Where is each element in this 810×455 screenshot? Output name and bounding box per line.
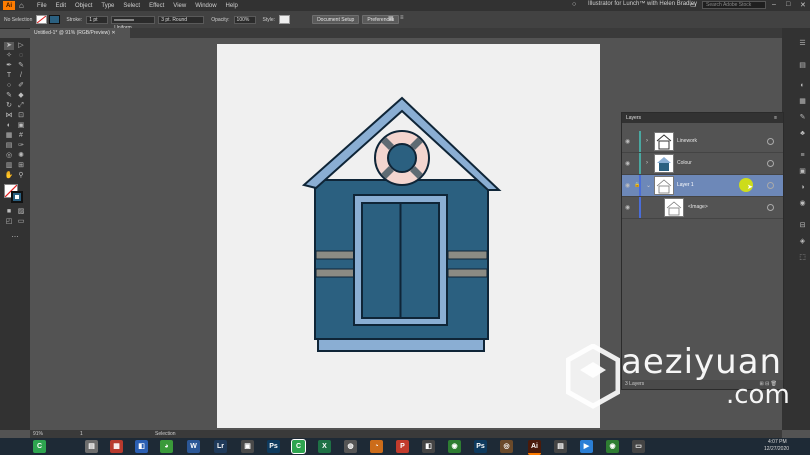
app-icon-5[interactable]: ◧ bbox=[422, 440, 435, 453]
sketch-thumb-icon bbox=[666, 201, 682, 216]
game-icon[interactable]: ◕ bbox=[160, 440, 173, 453]
panel-menu-icon[interactable]: ≡ bbox=[774, 113, 777, 123]
layer-row-layer1[interactable]: ◉ 🔒 ⌄ Layer 1 ➤ bbox=[622, 175, 783, 197]
house-colour-thumb-icon bbox=[657, 157, 671, 171]
acrobat-icon[interactable]: P bbox=[396, 440, 409, 453]
layer-thumbnail bbox=[654, 132, 674, 151]
stripe-left-bottom bbox=[315, 268, 357, 278]
photoshop-icon-2[interactable]: Ps bbox=[474, 440, 487, 453]
camtasia-active-icon[interactable]: C bbox=[291, 439, 306, 454]
layer-row-linework[interactable]: ◉ › Linework bbox=[622, 131, 783, 153]
pathfinder-icon[interactable]: ◈ bbox=[798, 238, 807, 246]
layers-panel-header[interactable]: Layers ≡ bbox=[622, 113, 783, 123]
layer-thumbnail bbox=[654, 154, 674, 173]
visibility-eye-icon[interactable]: ◉ bbox=[625, 160, 630, 167]
stripe-left-top bbox=[315, 250, 357, 260]
collapse-chevron-icon[interactable]: ⌄ bbox=[646, 182, 651, 189]
layer-color-bar bbox=[639, 131, 641, 152]
app-icon-4[interactable]: ◔ bbox=[370, 440, 383, 453]
layer-target-icon[interactable] bbox=[767, 160, 774, 167]
libraries-icon[interactable]: ▤ bbox=[798, 62, 807, 70]
excel-icon[interactable]: X bbox=[318, 440, 331, 453]
layer-target-icon[interactable] bbox=[767, 138, 774, 145]
watermark-domain: .com bbox=[726, 380, 790, 410]
gradient-panel-icon[interactable]: ▣ bbox=[798, 168, 807, 176]
layer-name[interactable]: Linework bbox=[677, 138, 697, 144]
expand-chevron-icon[interactable]: › bbox=[646, 160, 648, 166]
image-thumbnail bbox=[664, 198, 684, 217]
current-tool-status: Selection bbox=[155, 431, 176, 437]
app-icon-8[interactable]: ▭ bbox=[632, 440, 645, 453]
windows-taskbar: C ▤ ▦ ◧ ◕ W Lr ▣ Ps C X ◍ ◔ P ◧ ◉ Ps ◎ A… bbox=[0, 438, 810, 455]
app-icon-7[interactable]: ▤ bbox=[554, 440, 567, 453]
lightroom-icon[interactable]: Lr bbox=[214, 440, 227, 453]
transform-icon[interactable]: ⬚ bbox=[798, 254, 807, 262]
layer-target-icon[interactable] bbox=[767, 204, 774, 211]
app-icon[interactable]: ◧ bbox=[135, 440, 148, 453]
clock-date[interactable]: 12/27/2020 bbox=[764, 446, 789, 452]
lifebuoy-inner bbox=[387, 143, 417, 173]
illustrator-icon[interactable]: Ai bbox=[528, 440, 541, 455]
status-bar: 91% 1 Selection bbox=[30, 430, 782, 438]
word-icon[interactable]: W bbox=[187, 440, 200, 453]
beach-hut[interactable] bbox=[301, 96, 502, 352]
layer-target-icon[interactable] bbox=[767, 182, 774, 189]
chrome-icon-2[interactable]: ◉ bbox=[606, 440, 619, 453]
stripe-right-bottom bbox=[447, 268, 488, 278]
mouse-cursor-icon: ➤ bbox=[747, 184, 753, 191]
layer-color-bar bbox=[639, 175, 641, 196]
layer-row-image[interactable]: ◉ <Image> bbox=[622, 197, 783, 219]
layer-name[interactable]: <Image> bbox=[688, 204, 708, 210]
clock-time[interactable]: 4:07 PM bbox=[768, 439, 787, 445]
visibility-eye-icon[interactable]: ◉ bbox=[625, 138, 630, 145]
symbols-icon[interactable]: ♣ bbox=[798, 130, 807, 138]
layer-name[interactable]: Layer 1 bbox=[677, 182, 694, 188]
transparency-icon[interactable]: ◑ bbox=[798, 184, 807, 192]
color-icon[interactable]: ◐ bbox=[798, 82, 807, 90]
stroke-panel-icon[interactable]: ≡ bbox=[798, 152, 807, 160]
app-icon-2[interactable]: ▣ bbox=[241, 440, 254, 453]
chrome-icon[interactable]: ◉ bbox=[448, 440, 461, 453]
brushes-icon[interactable]: ✎ bbox=[798, 114, 807, 122]
expand-chevron-icon[interactable]: › bbox=[646, 138, 648, 144]
watermark-text: aeziyuan bbox=[621, 342, 783, 382]
zoom-app-icon[interactable]: ▶ bbox=[580, 440, 593, 453]
sketch-thumb-icon bbox=[656, 179, 672, 194]
appearance-icon[interactable]: ◉ bbox=[798, 200, 807, 208]
layer-row-colour[interactable]: ◉ › Colour bbox=[622, 153, 783, 175]
artboard-number[interactable]: 1 bbox=[80, 430, 83, 438]
visibility-eye-icon[interactable]: ◉ bbox=[625, 182, 630, 189]
layer-name[interactable]: Colour bbox=[677, 160, 692, 166]
layers-panel-title: Layers bbox=[626, 115, 642, 121]
watermark: aeziyuan .com bbox=[566, 342, 802, 416]
app-icon-6[interactable]: ◎ bbox=[500, 440, 513, 453]
calculator-icon[interactable]: ▦ bbox=[110, 440, 123, 453]
photoshop-icon[interactable]: Ps bbox=[267, 440, 280, 453]
house-outline-thumb-icon bbox=[656, 134, 672, 150]
zoom-level[interactable]: 91% bbox=[33, 430, 43, 438]
swatches-icon[interactable]: ▦ bbox=[798, 98, 807, 106]
stripe-right-top bbox=[447, 250, 488, 260]
app-icon-3[interactable]: ◍ bbox=[344, 440, 357, 453]
visibility-eye-icon[interactable]: ◉ bbox=[625, 204, 630, 211]
align-icon[interactable]: ⊟ bbox=[798, 222, 807, 230]
camtasia-icon[interactable]: C bbox=[33, 440, 46, 453]
layer-color-bar bbox=[639, 153, 641, 174]
properties-icon[interactable]: ☰ bbox=[798, 40, 807, 48]
file-explorer-icon[interactable]: ▤ bbox=[85, 440, 98, 453]
watermark-cube-logo bbox=[566, 344, 620, 409]
layer-thumbnail bbox=[654, 176, 674, 195]
layer-color-bar bbox=[639, 197, 641, 218]
